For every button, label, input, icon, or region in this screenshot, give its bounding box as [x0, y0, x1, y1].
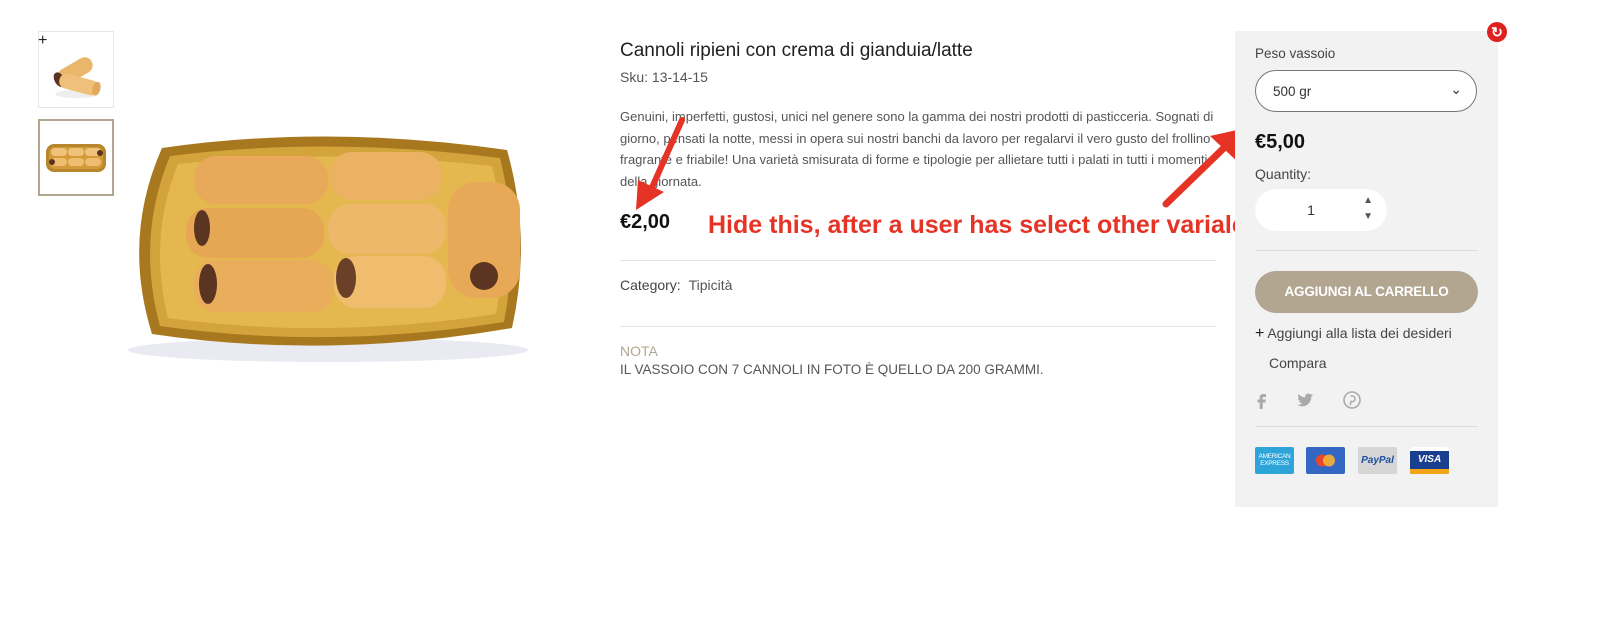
variation-label: Peso vassoio: [1255, 46, 1336, 61]
refresh-icon[interactable]: ↻: [1487, 22, 1507, 42]
mastercard-card-icon: [1306, 447, 1345, 474]
visa-stripe-top: [1410, 447, 1449, 451]
increment-icon[interactable]: ▲: [1363, 195, 1373, 206]
product-sku: Sku: 13-14-15: [620, 69, 708, 85]
annotation-text: Hide this, after a user has select other…: [708, 211, 1246, 239]
amex-card-text: AMERICAN EXPRESS: [1258, 453, 1291, 467]
wishlist-link[interactable]: + Aggiungi alla lista dei desideri: [1255, 325, 1452, 343]
variation-select[interactable]: 500 gr ⌄: [1255, 70, 1477, 112]
paypal-card-icon: PayPal: [1358, 447, 1397, 474]
visa-stripe-bottom: [1410, 469, 1449, 474]
zoom-plus-icon[interactable]: +: [38, 33, 47, 49]
thumbnail-cannoli-tray[interactable]: [38, 119, 114, 196]
variation-price: €5,00: [1255, 131, 1306, 153]
compare-link[interactable]: Compara: [1269, 355, 1327, 371]
note-text: IL VASSOIO CON 7 CANNOLI IN FOTO È QUELL…: [620, 362, 1044, 377]
plus-icon: +: [1255, 325, 1265, 342]
category-label: Category:: [620, 277, 681, 293]
add-to-cart-button[interactable]: AGGIUNGI AL CARRELLO: [1255, 271, 1478, 313]
quantity-label: Quantity:: [1255, 166, 1312, 182]
pinterest-icon[interactable]: [1343, 391, 1361, 409]
quantity-stepper[interactable]: 1 ▲ ▼: [1255, 189, 1387, 231]
divider: [620, 260, 1216, 261]
facebook-icon[interactable]: [1253, 391, 1271, 409]
decrement-icon[interactable]: ▼: [1363, 211, 1373, 222]
divider: [620, 326, 1216, 327]
cannoli-single-image: [53, 57, 101, 98]
wishlist-label: Aggiungi alla lista dei desideri: [1267, 325, 1452, 341]
variation-selected-value: 500 gr: [1273, 84, 1312, 99]
cannoli-tray-thumb-image: [46, 144, 106, 172]
divider: [1255, 250, 1478, 251]
product-main-image[interactable]: [122, 128, 534, 364]
visa-card-text: VISA: [1417, 454, 1442, 465]
twitter-icon[interactable]: [1296, 391, 1314, 409]
product-description: Genuini, imperfetti, gustosi, unici nel …: [620, 109, 1214, 189]
divider: [1255, 426, 1478, 427]
note-heading: NOTA: [620, 343, 658, 359]
amex-card-icon: AMERICAN EXPRESS: [1255, 447, 1294, 474]
quantity-input[interactable]: 1: [1255, 202, 1367, 218]
annotation-arrow-left-icon: [636, 117, 685, 210]
thumbnail-cannoli-single[interactable]: [38, 31, 114, 108]
category-link[interactable]: Tipicità: [689, 277, 733, 293]
product-title: Cannoli ripieni con crema di gianduia/la…: [620, 40, 973, 61]
paypal-card-text: PayPal: [1361, 455, 1394, 466]
mastercard-logo-icon: [1316, 454, 1335, 467]
product-category: Category: Tipicità: [620, 277, 732, 293]
visa-card-icon: VISA: [1410, 447, 1449, 474]
product-price: €2,00: [620, 211, 671, 233]
chevron-down-icon: ⌄: [1450, 81, 1462, 97]
